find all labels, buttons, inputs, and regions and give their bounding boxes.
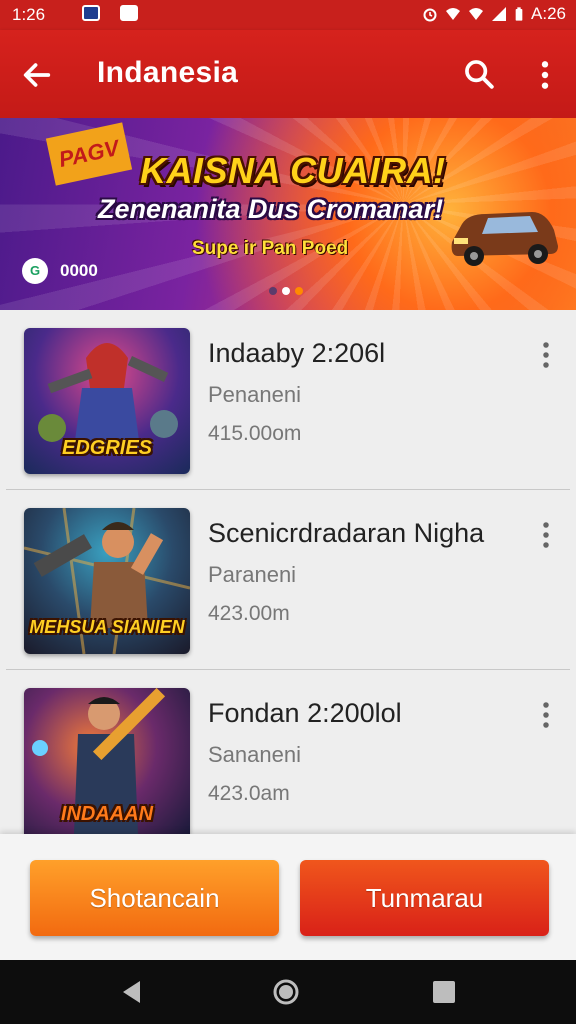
alarm-icon (423, 8, 437, 22)
battery-icon (515, 7, 523, 21)
list-item[interactable]: EDGRIES Indaaby 2:206l Penaneni 415.00om (0, 310, 576, 490)
more-vert-icon[interactable] (534, 59, 556, 91)
item-more-icon[interactable] (536, 340, 556, 370)
item-subtitle: Penaneni (208, 382, 301, 407)
item-title[interactable]: Indaaby 2:206l (208, 338, 385, 369)
item-more-icon[interactable] (536, 520, 556, 550)
nav-back-icon[interactable] (118, 978, 146, 1006)
system-nav-bar (0, 960, 576, 1024)
page-title: Indanesia (97, 56, 239, 89)
item-subtitle: Sananeni (208, 742, 301, 767)
banner-subheadline: Zenenanita Dus Cromanar! (98, 194, 444, 224)
car-icon (451, 212, 558, 266)
banner-headline: KAISNA CUAIRA! (140, 150, 446, 191)
gallery-notification-icon (82, 5, 100, 21)
list-item[interactable]: MEHSUA SIANIEN Scenicrdradaran Nigha Par… (0, 490, 576, 670)
carousel-dot-active[interactable] (282, 287, 290, 295)
thumbnail-caption: INDAAAN (60, 803, 154, 825)
carousel-dot[interactable] (295, 287, 303, 295)
banner-tagline: Supe ir Pan Poed (192, 238, 349, 259)
wifi-2-icon (469, 8, 484, 20)
banner-logo-icon: G (22, 258, 48, 284)
thumbnail-caption: MEHSUA SIANIEN (29, 617, 185, 637)
action-footer: Shotancain Tunmarau (0, 834, 576, 960)
nav-home-icon[interactable] (272, 978, 300, 1006)
signal-icon (492, 7, 507, 21)
game-thumbnail[interactable]: EDGRIES (24, 328, 190, 474)
promo-banner[interactable]: PAGV KAISNA CUAIRA! Zenenanita Dus Croma… (0, 118, 576, 310)
status-bar: 1:26 A:26 (0, 0, 576, 30)
status-icons: A:26 (422, 4, 566, 24)
thumbnail-caption: EDGRIES (61, 437, 153, 459)
app-bar: Indanesia (0, 30, 576, 118)
nav-recents-icon[interactable] (430, 978, 458, 1006)
item-size: 423.00m (208, 602, 290, 625)
search-icon[interactable] (462, 57, 496, 91)
list-item[interactable]: INDAAAN Fondan 2:200lol Sananeni 423.0am (0, 670, 576, 834)
primary-action-button[interactable]: Shotancain (30, 860, 279, 936)
game-thumbnail[interactable]: MEHSUA SIANIEN (24, 508, 190, 654)
back-arrow-icon[interactable] (20, 58, 54, 92)
item-subtitle: Paraneni (208, 562, 297, 587)
item-more-icon[interactable] (536, 700, 556, 730)
wifi-icon (446, 8, 461, 20)
carousel-indicator[interactable] (269, 287, 303, 295)
game-thumbnail[interactable]: INDAAAN (24, 688, 190, 834)
youtube-notification-icon (120, 5, 138, 21)
banner-logo-text: 0000 (60, 261, 98, 280)
status-time-right: A:26 (531, 4, 566, 23)
status-time: 1:26 (12, 5, 46, 24)
item-size: 423.0am (208, 782, 290, 805)
item-title[interactable]: Fondan 2:200lol (208, 698, 402, 729)
item-title[interactable]: Scenicrdradaran Nigha (208, 518, 484, 549)
carousel-dot[interactable] (269, 287, 277, 295)
secondary-action-button[interactable]: Tunmarau (300, 860, 549, 936)
item-size: 415.00om (208, 422, 302, 445)
